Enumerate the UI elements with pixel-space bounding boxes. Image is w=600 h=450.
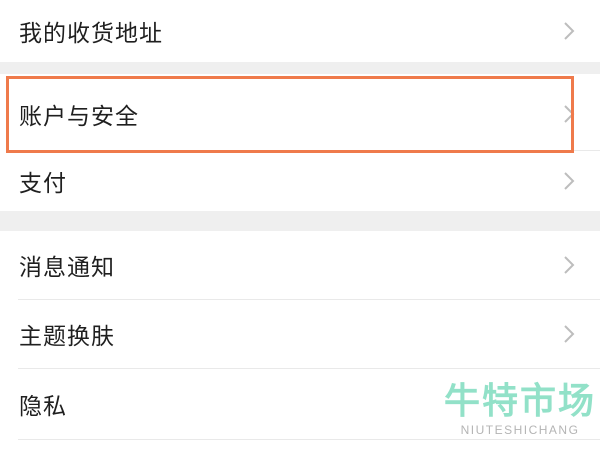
chevron-right-icon xyxy=(564,22,575,40)
settings-item-label: 消息通知 xyxy=(19,255,115,281)
watermark-subtitle: NIUTESHICHANG xyxy=(460,423,580,437)
settings-item-label: 隐私 xyxy=(19,394,67,420)
settings-item-notifications[interactable]: 消息通知 xyxy=(0,231,600,299)
watermark-title: 牛特市场 xyxy=(443,381,596,422)
divider xyxy=(18,439,600,440)
settings-item-label: 支付 xyxy=(19,171,67,197)
chevron-right-icon xyxy=(564,172,575,190)
watermark: 牛特市场 NIUTESHICHANG xyxy=(440,382,600,438)
section-gap xyxy=(0,62,600,74)
settings-item-shipping-address[interactable]: 我的收货地址 xyxy=(0,0,600,62)
settings-item-theme-skin[interactable]: 主题换肤 xyxy=(0,300,600,368)
section-gap xyxy=(0,211,600,231)
chevron-right-icon xyxy=(564,105,575,123)
settings-item-label: 主题换肤 xyxy=(19,324,115,350)
settings-item-label: 账户与安全 xyxy=(19,104,139,130)
settings-item-payment[interactable]: 支付 xyxy=(0,151,600,211)
chevron-right-icon xyxy=(564,256,575,274)
settings-item-account-security[interactable]: 账户与安全 xyxy=(0,74,600,154)
settings-item-label: 我的收货地址 xyxy=(19,21,163,47)
chevron-right-icon xyxy=(564,325,575,343)
